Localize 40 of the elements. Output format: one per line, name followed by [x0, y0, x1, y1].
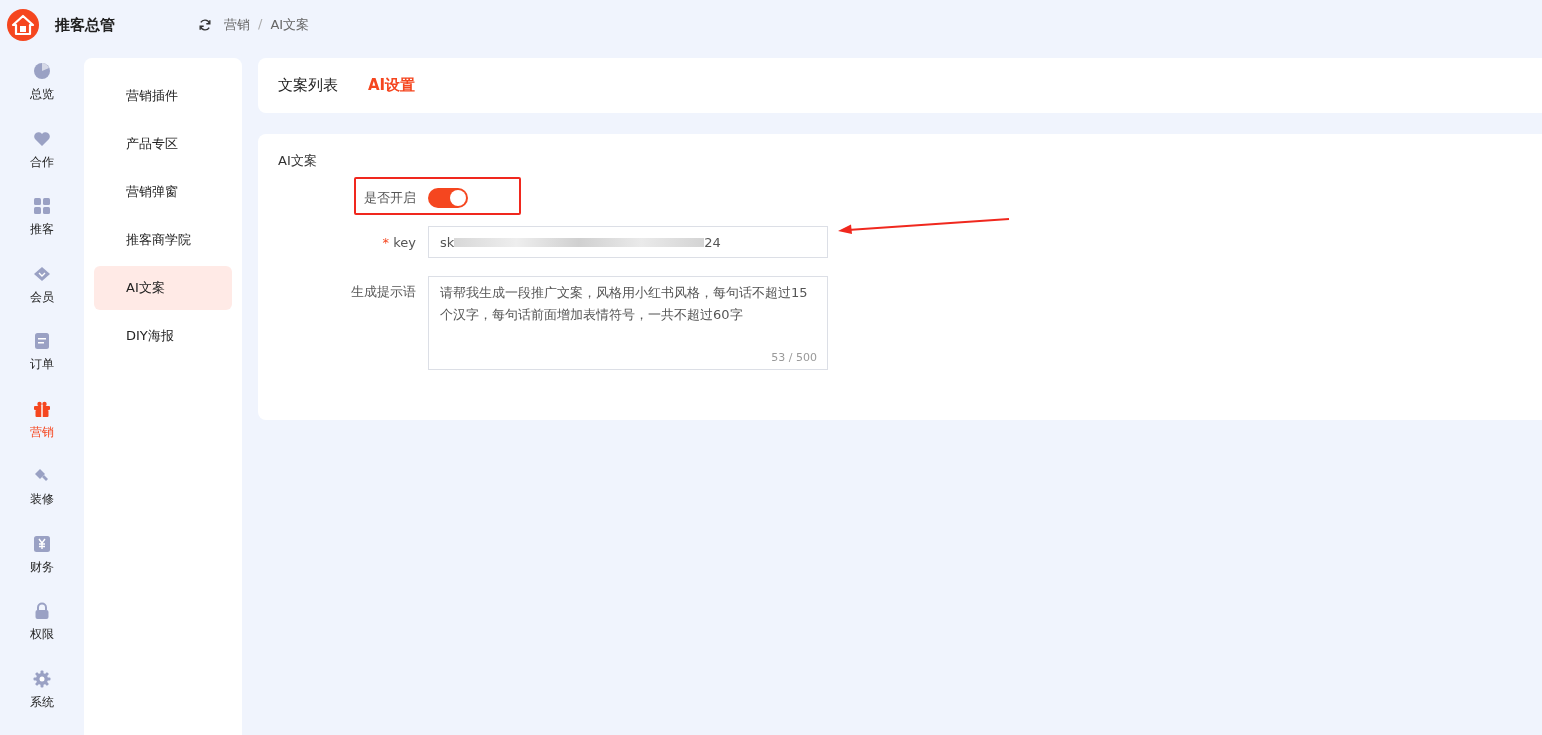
- pie-icon: [33, 62, 51, 80]
- field-label: 是否开启: [363, 189, 417, 207]
- submenu-item[interactable]: 产品专区: [94, 122, 232, 166]
- field-label: * key: [381, 234, 417, 250]
- prompt-textarea[interactable]: 请帮我生成一段推广文案，风格用小红书风格，每句话不超过15个汉字，每句话前面增加表情符号，一共不超过60字 53 / 500: [428, 276, 828, 370]
- nav-item[interactable]: 合作: [0, 129, 84, 197]
- submenu-item[interactable]: 营销插件: [94, 74, 232, 118]
- breadcrumb-item[interactable]: 营销: [224, 16, 250, 34]
- grid-icon: [33, 197, 51, 215]
- gem-icon: [33, 264, 51, 283]
- gear-icon: [33, 669, 51, 688]
- submenu-item[interactable]: 推客商学院: [94, 218, 232, 262]
- breadcrumb-item[interactable]: AI文案: [270, 16, 310, 34]
- doc-icon: [33, 332, 51, 350]
- nav-item[interactable]: 财务: [0, 534, 84, 602]
- key-input-field[interactable]: sk 24: [428, 226, 828, 258]
- nav-item[interactable]: 推客: [0, 197, 84, 265]
- tab[interactable]: 文案列表: [278, 76, 338, 95]
- nav-item[interactable]: 系统: [0, 669, 84, 735]
- nav-item[interactable]: 装修: [0, 467, 84, 535]
- submenu-item[interactable]: DIY海报: [94, 314, 232, 358]
- gift-icon: [33, 399, 51, 418]
- section-title: AI文案: [278, 152, 318, 170]
- tab[interactable]: AI设置: [368, 76, 416, 95]
- nav-item[interactable]: 会员: [0, 264, 84, 332]
- submenu-item[interactable]: 营销弹窗: [94, 170, 232, 214]
- app-name: 推客总管: [55, 15, 115, 35]
- yen-icon: [33, 534, 51, 553]
- character-counter: 53 / 500: [771, 351, 817, 365]
- heart-icon: [33, 129, 51, 148]
- submenu-item[interactable]: AI文案: [94, 266, 232, 310]
- lock-icon: [33, 602, 51, 620]
- refresh-icon[interactable]: [198, 18, 212, 32]
- nav-item[interactable]: 总览: [0, 62, 84, 130]
- field-label: 生成提示语: [350, 283, 417, 301]
- toggle-switch[interactable]: [428, 188, 468, 208]
- nav-item[interactable]: 订单: [0, 332, 84, 400]
- house-logo-icon: [7, 9, 39, 41]
- breadcrumb-separator: /: [258, 16, 263, 33]
- nav-item[interactable]: 权限: [0, 602, 84, 670]
